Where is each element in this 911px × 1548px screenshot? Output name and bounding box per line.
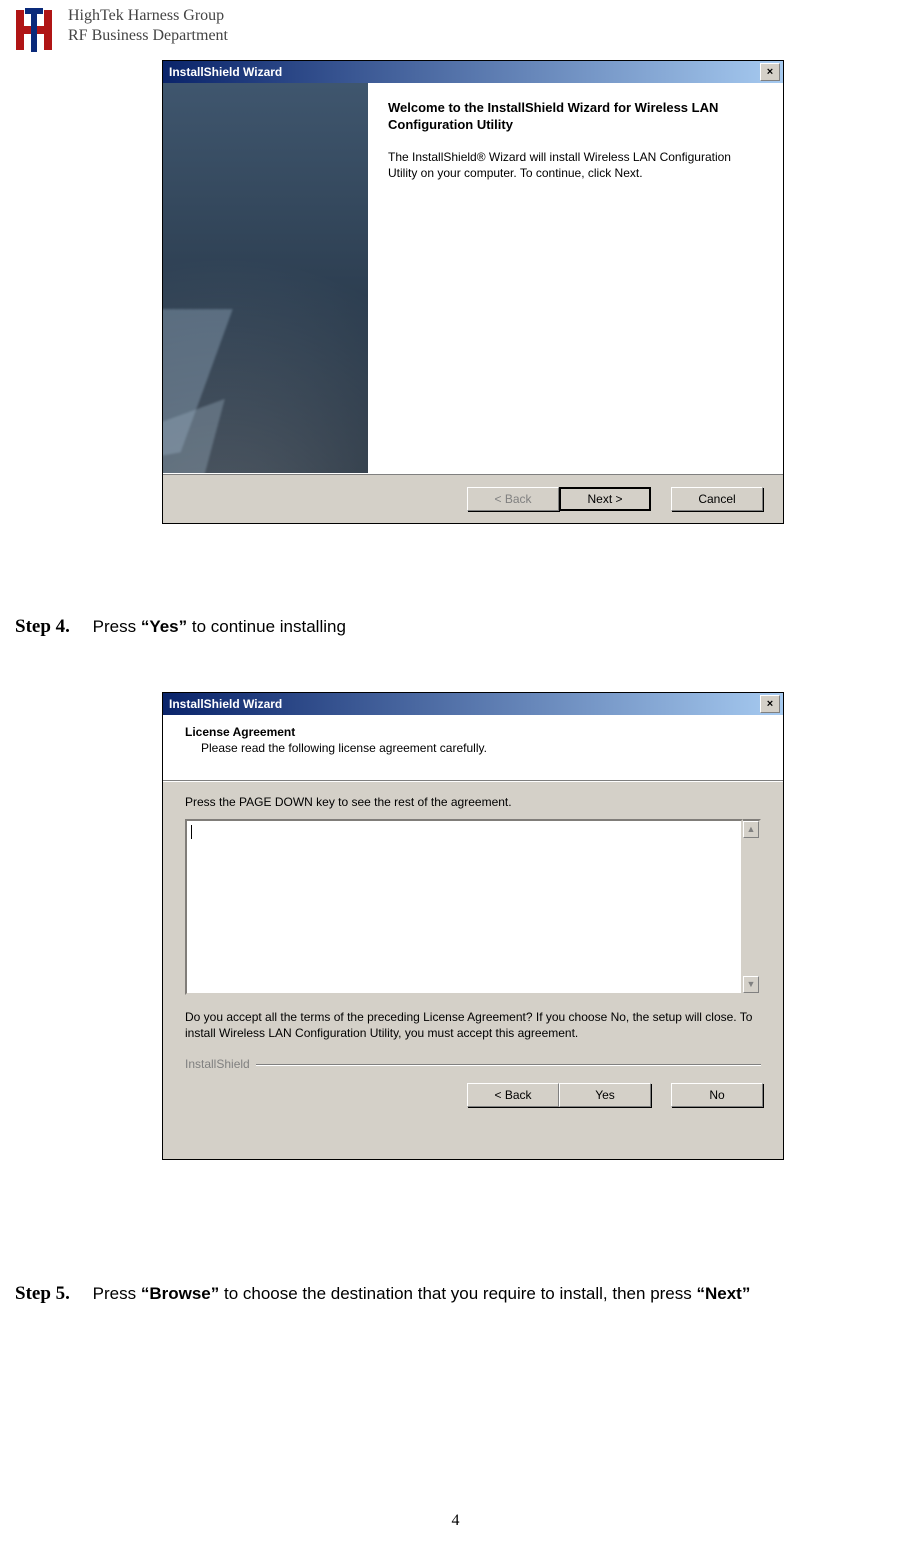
next-button[interactable]: Next > [559, 487, 651, 511]
group-separator: InstallShield [185, 1057, 761, 1071]
installer-side-graphic [163, 83, 368, 473]
doc-header: HighTek Harness Group RF Business Depart… [10, 6, 228, 54]
close-icon[interactable]: × [760, 63, 780, 81]
scroll-down-icon[interactable]: ▼ [743, 976, 759, 993]
close-icon[interactable]: × [760, 695, 780, 713]
step-4-pre: Press [93, 617, 141, 636]
yes-button[interactable]: Yes [559, 1083, 651, 1107]
quote-close: ” [742, 1284, 751, 1303]
license-title: License Agreement [185, 725, 763, 739]
step-4-keyword: Yes [149, 617, 178, 636]
wizard-license-window: InstallShield Wizard × License Agreement… [162, 692, 784, 1160]
step-5-keyword-1: Browse [149, 1284, 210, 1303]
scroll-up-icon[interactable]: ▲ [743, 821, 759, 838]
step-5-pre: Press [93, 1284, 141, 1303]
document-page: HighTek Harness Group RF Business Depart… [0, 0, 911, 1548]
step-4-post: to continue installing [187, 617, 346, 636]
accept-question: Do you accept all the terms of the prece… [185, 1009, 761, 1041]
department-name: RF Business Department [68, 26, 228, 46]
step-4-text: Step 4. Press “Yes” to continue installi… [15, 615, 906, 639]
cancel-button[interactable]: Cancel [671, 487, 763, 511]
license-textarea[interactable] [185, 819, 743, 995]
no-button[interactable]: No [671, 1083, 763, 1107]
page-number: 4 [0, 1512, 911, 1530]
step-5-text: Step 5. Press “Browse” to choose the des… [15, 1282, 906, 1306]
titlebar: InstallShield Wizard × [163, 693, 783, 715]
step-5-keyword-2: Next [705, 1284, 742, 1303]
company-name: HighTek Harness Group [68, 6, 228, 26]
button-bar: < Back Yes No [163, 1075, 783, 1115]
button-bar: < Back Next > Cancel [163, 473, 783, 523]
window-title: InstallShield Wizard [169, 65, 282, 79]
titlebar: InstallShield Wizard × [163, 61, 783, 83]
pagedown-instruction: Press the PAGE DOWN key to see the rest … [185, 795, 761, 809]
wizard-heading: Welcome to the InstallShield Wizard for … [388, 99, 763, 133]
quote-open: “ [697, 1284, 706, 1303]
step-5-label: Step 5. [15, 1283, 70, 1304]
back-button[interactable]: < Back [467, 1083, 559, 1107]
wizard-body-text: The InstallShield® Wizard will install W… [388, 149, 763, 181]
quote-close: ” [179, 617, 188, 636]
text-caret-icon [191, 825, 192, 839]
license-subtitle: Please read the following license agreem… [201, 741, 763, 755]
step-4-label: Step 4. [15, 616, 70, 637]
back-button: < Back [467, 487, 559, 511]
quote-close: ” [211, 1284, 220, 1303]
scrollbar[interactable]: ▲ ▼ [743, 819, 761, 995]
wizard-welcome-window: InstallShield Wizard × Welcome to the In… [162, 60, 784, 524]
company-logo-icon [10, 6, 58, 54]
installshield-label: InstallShield [185, 1057, 250, 1071]
license-header: License Agreement Please read the follow… [163, 715, 783, 781]
step-5-mid: to choose the destination that you requi… [219, 1284, 696, 1303]
window-title: InstallShield Wizard [169, 697, 282, 711]
